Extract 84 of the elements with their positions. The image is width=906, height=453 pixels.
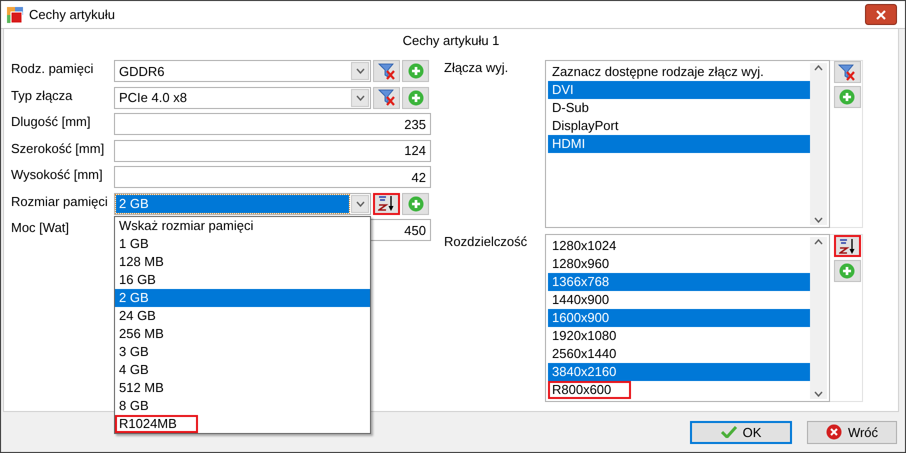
dropdown-option[interactable]: 8 GB [115,396,370,414]
list-item[interactable]: 3840x2160 [548,363,810,381]
field-label: Dlugość [mm] [11,113,92,129]
field-label: Złącza wyj. [444,60,510,77]
list-item[interactable]: 1920x1080 [548,327,810,345]
add-button[interactable] [834,86,860,108]
dropdown-option[interactable]: 512 MB [115,378,370,396]
dropdown-option[interactable]: 2 GB [115,288,370,306]
sort-button[interactable] [834,235,860,257]
dropdown-option[interactable]: 4 GB [115,360,370,378]
scrollbar[interactable] [810,237,827,399]
dropdown-option[interactable]: 1 GB [115,234,370,252]
dropdown-option[interactable]: Wskaż rozmiar pamięci [115,216,370,234]
combo-box[interactable]: 2 GB [114,192,371,214]
filter-button[interactable] [373,60,400,82]
list-item[interactable]: R800x600 [548,381,810,399]
scroll-down-icon[interactable] [356,94,364,100]
list-item[interactable]: 1366x768 [548,273,810,291]
dropdown-option[interactable]: 128 MB [115,252,370,270]
filter-button[interactable] [834,61,860,83]
dropdown-option[interactable]: R1024MB [115,414,370,432]
list-item[interactable]: DisplayPort [548,117,810,135]
number-field[interactable]: 124 [114,140,431,162]
add-icon [408,63,424,79]
field-label: Szerokość [mm] [11,140,106,156]
close-icon [876,10,886,20]
field-label: Typ złącza [11,86,74,102]
list-item[interactable]: 1280x960 [548,255,810,273]
sort-icon [838,238,856,254]
list-item[interactable]: DVI [548,81,810,99]
filter-clear-icon [378,62,396,80]
dropdown-option[interactable]: 256 MB [115,324,370,342]
add-button[interactable] [402,60,429,82]
scroll-up-icon[interactable] [814,65,823,71]
field-label: Moc [Wat] [11,219,70,235]
scroll-down-icon[interactable] [814,217,823,223]
list-box[interactable]: 1280x1024 1280x960 1366x768 1440x900 1600x900 1920x1080 2560x1440 3840x2160 R800x600 [545,234,830,402]
filter-clear-icon [378,89,396,106]
list-item[interactable]: Zaznacz dostępne rodzaje złącz wyj. [548,63,810,81]
number-field[interactable]: 235 [114,113,431,135]
sort-button[interactable] [373,192,400,214]
list-item[interactable]: 2560x1440 [548,345,810,363]
button-label: Wróć [848,424,878,440]
field-label: Rodz. pamięci [11,60,94,76]
dropdown-option[interactable]: 24 GB [115,306,370,324]
ok-button[interactable]: OK [690,420,792,444]
add-button[interactable] [402,86,429,108]
filter-button[interactable] [373,86,400,108]
add-icon [408,90,424,106]
add-icon [839,263,855,279]
scroll-up-icon[interactable] [814,239,823,245]
add-icon [408,196,424,212]
window-title: Cechy artykułu [29,7,116,22]
combo-value: 2 GB [116,194,349,212]
scroll-down-icon[interactable] [814,391,823,397]
form-heading: Cechy artykułu 1 [402,32,500,50]
combo-value: GDDR6 [118,62,166,80]
number-field[interactable]: 42 [114,166,431,188]
list-item[interactable]: 1280x1024 [548,237,810,255]
scrollbar[interactable] [810,63,827,225]
list-box[interactable]: Zaznacz dostępne rodzaje złącz wyj. DVI D-Sub DisplayPort HDMI [545,60,830,228]
scroll-down-icon[interactable] [356,68,364,74]
add-icon [839,89,855,105]
scroll-down-icon[interactable] [356,200,364,206]
app-icon [7,6,23,22]
combo-value: PCIe 4.0 x8 [118,89,188,106]
cancel-icon [826,424,842,440]
dropdown-option[interactable]: 3 GB [115,342,370,360]
list-item[interactable]: 1600x900 [548,309,810,327]
list-item[interactable]: 1440x900 [548,291,810,309]
sort-icon [378,195,395,212]
close-button[interactable] [865,4,897,25]
list-item[interactable]: HDMI [548,135,810,153]
filter-clear-icon [838,64,856,80]
button-label: OK [742,424,762,440]
combo-box[interactable]: PCIe 4.0 x8 [114,86,371,108]
list-item[interactable]: D-Sub [548,99,810,117]
check-icon [720,426,737,438]
field-label: Rozdzielczość [444,234,528,251]
dropdown-option[interactable]: 16 GB [115,270,370,288]
field-label: Wysokość [mm] [11,166,104,182]
back-button[interactable]: Wróć [807,420,897,444]
field-label: Rozmiar pamięci [11,192,109,208]
combo-box[interactable]: GDDR6 [114,60,371,82]
